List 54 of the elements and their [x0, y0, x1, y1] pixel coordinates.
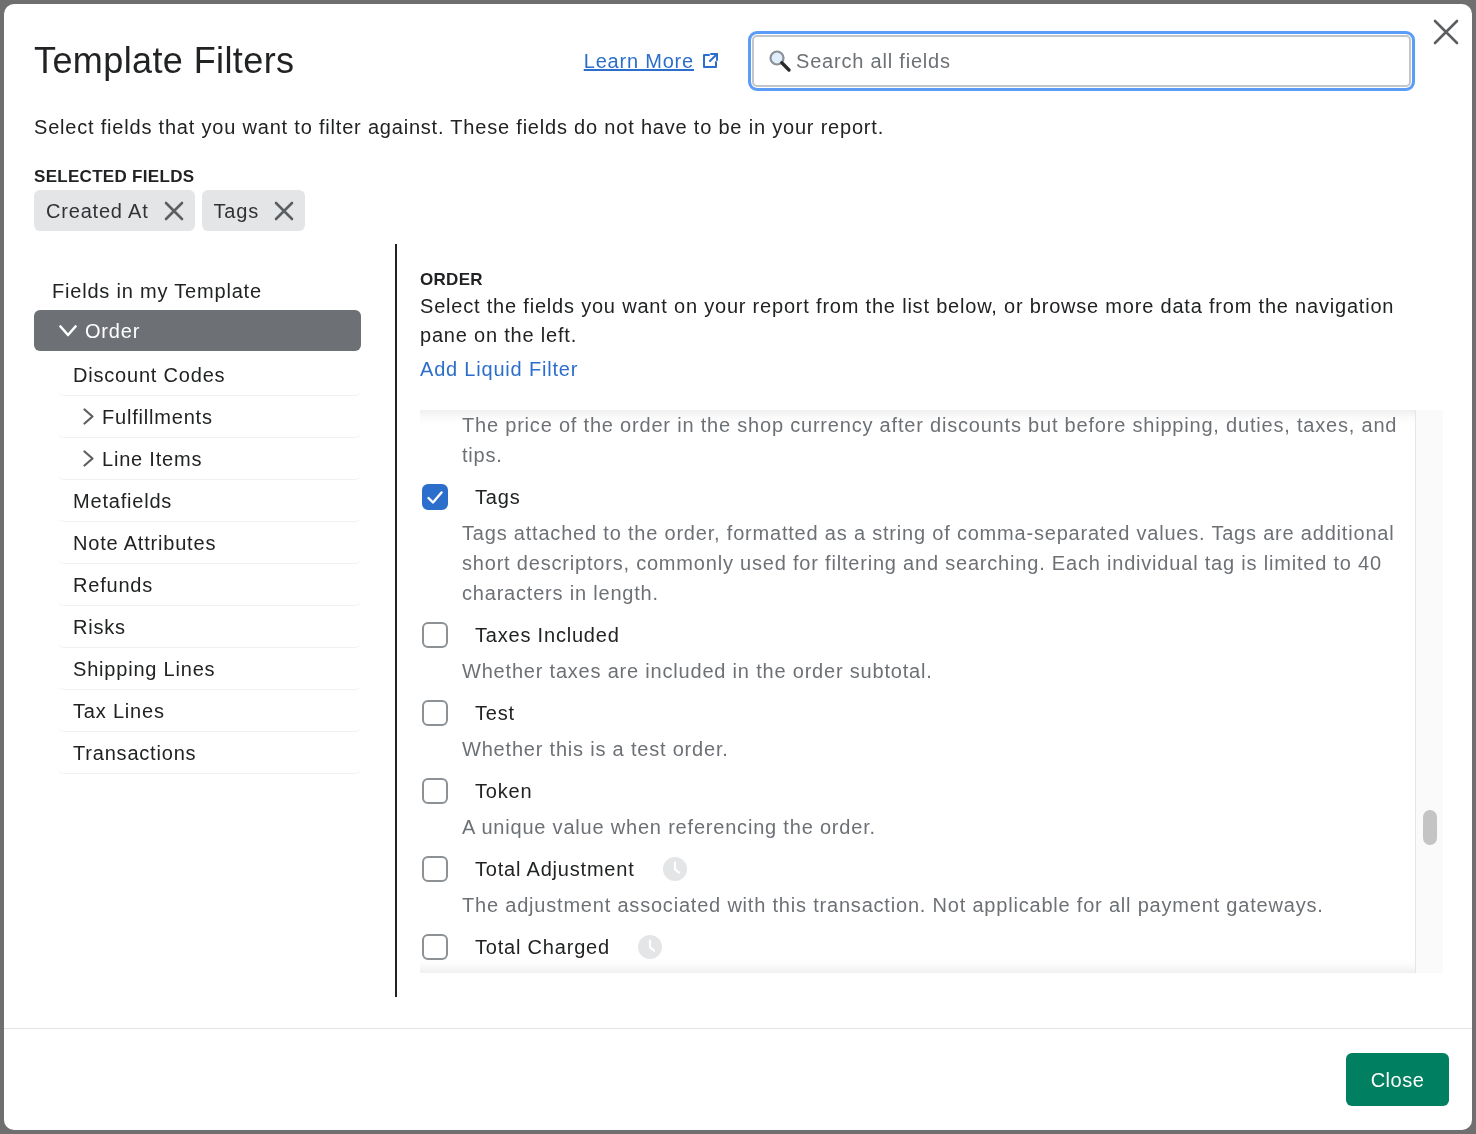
tree-item[interactable]: Line Items [58, 438, 361, 480]
clock-icon [662, 857, 687, 881]
field-name: Total Adjustment [475, 857, 635, 882]
external-link-icon [702, 53, 718, 69]
field-description: Whether this is a test order. [462, 737, 730, 762]
field-name: Test [475, 701, 515, 726]
field-name: Total Charged [475, 935, 610, 960]
clock-icon [637, 935, 662, 959]
checkmark-icon [427, 490, 443, 504]
checkbox[interactable] [422, 622, 448, 648]
tree-item[interactable]: Fulfillments [58, 396, 361, 438]
panel-heading: Fields in my Template [52, 279, 262, 304]
tag-label: Tags [213, 198, 259, 224]
tag-label: Created At [46, 198, 149, 224]
field-description: Whether taxes are included in the order subtotal. [462, 659, 934, 684]
tree-item[interactable]: Refunds [58, 564, 361, 606]
close-icon [273, 200, 294, 221]
checkbox[interactable] [422, 934, 448, 960]
scrollbar-thumb[interactable] [1423, 810, 1437, 845]
tree-item[interactable]: Note Attributes [58, 522, 361, 564]
learn-more-link[interactable]: Learn More [583, 48, 718, 74]
field-description: The price of the order in the shop currency after discounts but before shipping, duties, taxes, and tips. [462, 413, 1399, 468]
tree-item[interactable]: Risks [58, 606, 361, 648]
dialog-title: Template Filters [34, 39, 295, 83]
field-description: A unique value when referencing the order. [462, 815, 877, 840]
remove-button[interactable] [162, 199, 185, 222]
field-name: Token [475, 779, 533, 804]
tree-item[interactable]: Order [34, 310, 361, 351]
remove-button[interactable] [272, 199, 295, 222]
checkbox[interactable] [422, 700, 448, 726]
field-description: Tags attached to the order, formatted as a string of comma-separated values. Tags are additional short descriptors, commonly used for filtering and searching. Each individual tag is limited to 40 characters in length. [462, 521, 1396, 606]
tree-item[interactable]: Discount Codes [58, 354, 361, 396]
search-field[interactable]: Search all fields [748, 31, 1415, 91]
scrollbar[interactable] [1415, 410, 1443, 973]
checkbox[interactable] [422, 484, 448, 510]
checkbox[interactable] [422, 778, 448, 804]
add-liquid-filter-link[interactable]: Add Liquid Filter [420, 355, 579, 383]
field-name: Taxes Included [475, 623, 620, 648]
close-icon [1433, 19, 1459, 45]
section-heading: ORDER [420, 269, 483, 291]
close-button[interactable] [1432, 18, 1460, 46]
tree-item[interactable]: Metafields [58, 480, 361, 522]
field-description: The adjustment associated with this transaction. Not applicable for all payment gateways. [462, 893, 1325, 918]
tree-item[interactable]: Tax Lines [58, 690, 361, 732]
checkbox[interactable] [422, 856, 448, 882]
field-name: Tags [475, 485, 521, 510]
instructions-text: Select the fields you want on your report from the list below, or browse more data from the navigation pane on the left. [420, 294, 1396, 348]
intro-text: Select fields that you want to filter against. These fields do not have to be in your report. [33, 115, 886, 140]
search-icon [768, 49, 792, 73]
tree-item[interactable]: Shipping Lines [58, 648, 361, 690]
close-icon [163, 200, 184, 221]
close-button[interactable]: Close [1346, 1053, 1449, 1106]
tree-item[interactable]: Transactions [58, 732, 361, 774]
section-heading: SELECTED FIELDS [34, 166, 195, 188]
